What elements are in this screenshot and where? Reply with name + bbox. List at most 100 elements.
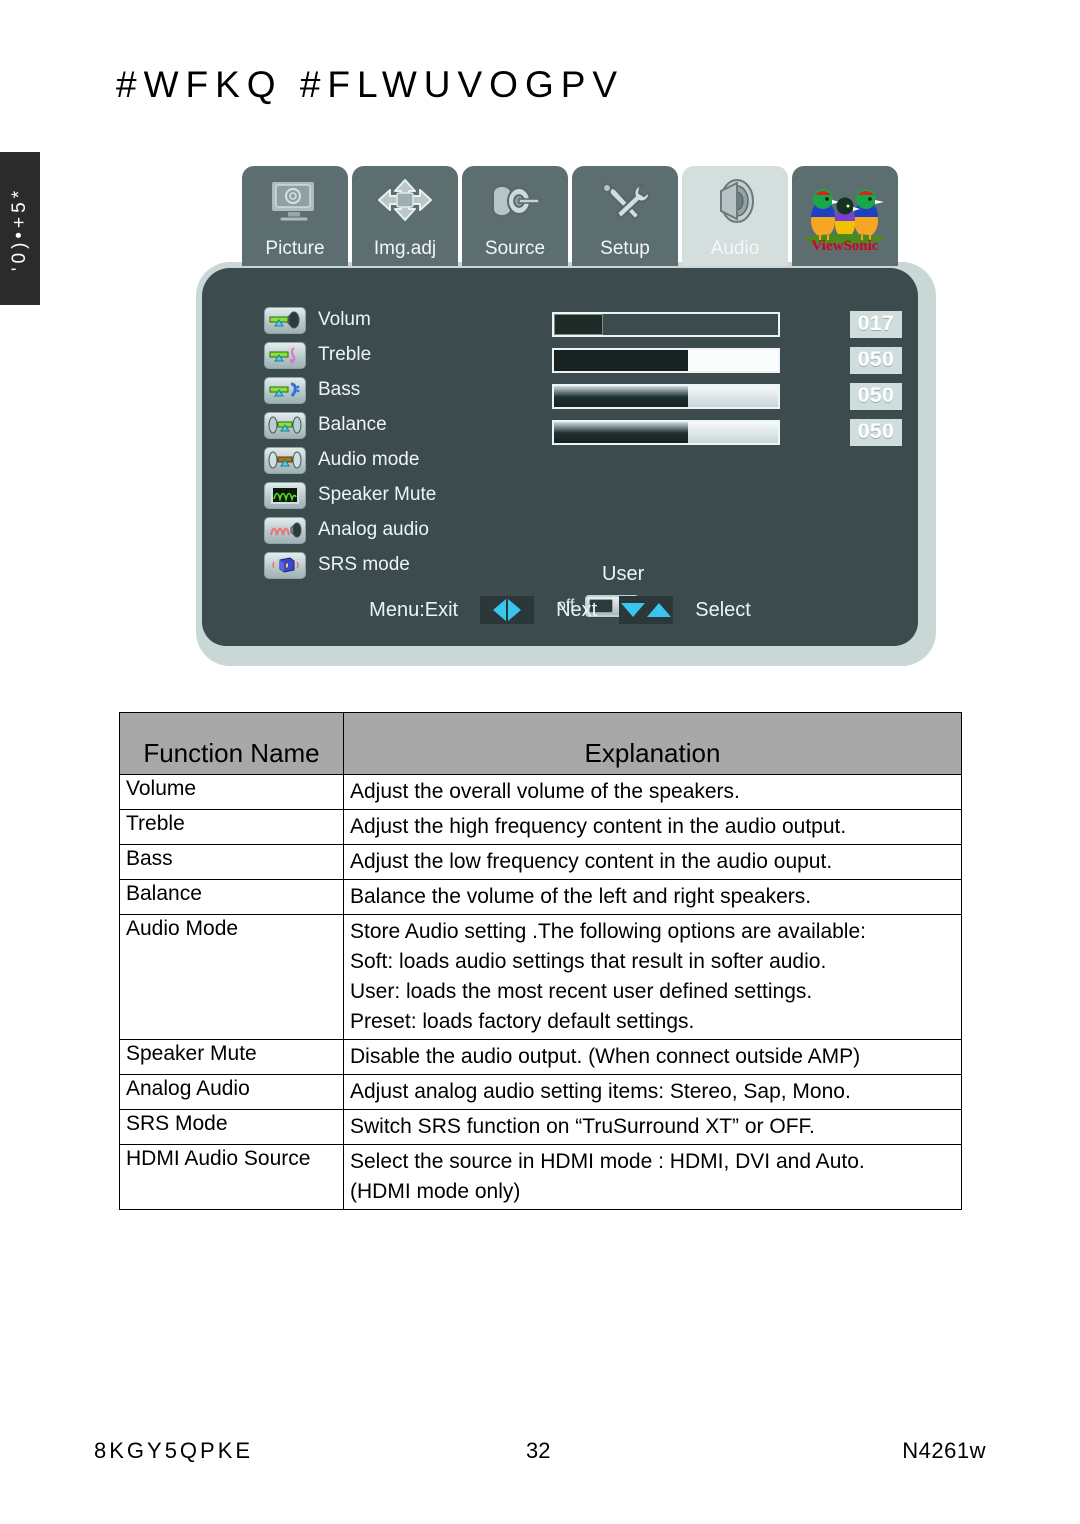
- osd-menu-item-bass[interactable]: Bass: [264, 373, 436, 407]
- table-row: Volume Adjust the overall volume of the …: [119, 774, 962, 810]
- treble-clef-icon: [264, 341, 306, 369]
- explanation-line: Store Audio setting .The following optio…: [350, 920, 866, 943]
- osd-tab-imgadj[interactable]: Img.adj: [352, 166, 458, 266]
- osd-tab-label: Source: [484, 238, 546, 259]
- osd-nav-next-label: Next: [556, 598, 598, 621]
- osd-menu-item-label: Balance: [318, 414, 387, 435]
- osd-tab-bar: Picture Img.adj Source Setup Audio ViewS…: [242, 166, 898, 268]
- footer-page-number: 32: [526, 1438, 551, 1463]
- osd-nav-exit-label: Menu:Exit: [369, 598, 459, 621]
- osd-menu-item-label: SRS mode: [318, 554, 410, 575]
- page-title: #WFKQ #FLWUVOGPV: [116, 64, 625, 105]
- explanation-line: User: loads the most recent user defined…: [350, 980, 813, 1003]
- osd-menu-item-balance[interactable]: Balance: [264, 408, 436, 442]
- osd-tab-source[interactable]: Source: [462, 166, 568, 266]
- four-arrows-icon: [352, 166, 458, 236]
- osd-menu-item-label: Treble: [318, 344, 372, 365]
- bass-bar-track[interactable]: [552, 383, 780, 409]
- table-row: SRS Mode Switch SRS function on “TruSurr…: [119, 1109, 962, 1145]
- explanation-line: Select the source in HDMI mode : HDMI, D…: [350, 1150, 865, 1173]
- table-cell-function-name: Treble: [119, 809, 344, 845]
- osd-menu-item-srs-mode[interactable]: SRS mode: [264, 548, 436, 582]
- table-cell-function-name: Volume: [119, 774, 344, 810]
- table-header-row: Function Name Explanation: [119, 712, 962, 775]
- balance-bar-fill: [554, 421, 689, 443]
- down-up-arrows-icon[interactable]: [619, 596, 674, 624]
- table-cell-explanation: Adjust analog audio setting items: Stere…: [343, 1074, 962, 1110]
- table-cell-explanation: Store Audio setting .The following optio…: [343, 914, 962, 1040]
- table-row: Bass Adjust the low frequency content in…: [119, 844, 962, 880]
- osd-menu-item-label: Volum: [318, 309, 371, 330]
- osd-slider-bass[interactable]: [552, 378, 852, 414]
- volume-value: 017: [850, 310, 902, 338]
- audio-mode-value: User: [602, 563, 645, 585]
- manual-page: '0)•+5* #WFKQ #FLWUVOGPV Picture Img.adj…: [0, 0, 1080, 1524]
- table-row: Treble Adjust the high frequency content…: [119, 809, 962, 845]
- osd-menu-item-label: Analog audio: [318, 519, 429, 540]
- table-cell-explanation: Switch SRS function on “TruSurround XT” …: [343, 1109, 962, 1145]
- side-chapter-tab-label: '0)•+5*: [9, 186, 30, 271]
- explanation-line: (HDMI mode only): [350, 1180, 521, 1203]
- osd-slider-column: [552, 306, 852, 450]
- monitor-icon: [242, 166, 348, 236]
- tools-icon: [572, 166, 678, 236]
- footer-model-name: N4261w: [902, 1438, 986, 1463]
- table-cell-function-name: SRS Mode: [119, 1109, 344, 1145]
- analog-wave-icon: [264, 516, 306, 544]
- table-cell-explanation: Balance the volume of the left and right…: [343, 879, 962, 915]
- volume-bar-track[interactable]: [552, 311, 780, 337]
- bass-clef-icon: [264, 376, 306, 404]
- osd-menu-item-speaker-mute[interactable]: Speaker Mute: [264, 478, 436, 512]
- table-cell-explanation: Adjust the low frequency content in the …: [343, 844, 962, 880]
- osd-tab-audio[interactable]: Audio: [682, 166, 788, 266]
- osd-slider-balance[interactable]: [552, 414, 852, 450]
- explanation-line: Switch SRS function on “TruSurround XT” …: [350, 1115, 815, 1138]
- osd-tab-label: Setup: [600, 238, 650, 259]
- osd-tab-picture[interactable]: Picture: [242, 166, 348, 266]
- osd-menu-item-volum[interactable]: Volum: [264, 303, 436, 337]
- osd-screenshot: Picture Img.adj Source Setup Audio ViewS…: [196, 166, 936, 666]
- svg-text:ViewSonic: ViewSonic: [812, 238, 879, 253]
- side-chapter-tab: '0)•+5*: [0, 152, 40, 305]
- table-row: Speaker Mute Disable the audio output. (…: [119, 1039, 962, 1075]
- osd-nav-select-label: Select: [695, 598, 751, 621]
- treble-bar-track[interactable]: [552, 347, 780, 373]
- osd-value-column: 017 050 050 050: [850, 306, 902, 450]
- waveform-screen-icon: [264, 481, 306, 509]
- osd-menu-list: Volum Treble Bass Balance Audio mode Spe…: [264, 303, 436, 582]
- osd-tab-label: Picture: [265, 238, 325, 259]
- explanation-line: Soft: loads audio settings that result i…: [350, 950, 827, 973]
- left-right-arrows-icon[interactable]: [480, 596, 535, 624]
- treble-bar-fill: [554, 349, 689, 371]
- explanation-line: Adjust the high frequency content in the…: [350, 815, 847, 838]
- connector-icon: [462, 166, 568, 236]
- bass-value: 050: [850, 382, 902, 410]
- osd-menu-item-label: Audio mode: [318, 449, 420, 470]
- table-row: Analog Audio Adjust analog audio setting…: [119, 1074, 962, 1110]
- osd-menu-item-analog-audio[interactable]: Analog audio: [264, 513, 436, 547]
- explanation-line: Balance the volume of the left and right…: [350, 885, 812, 908]
- osd-menu-item-treble[interactable]: Treble: [264, 338, 436, 372]
- osd-tab-setup[interactable]: Setup: [572, 166, 678, 266]
- explanation-line: Adjust analog audio setting items: Stere…: [350, 1080, 851, 1103]
- osd-tab-label: Audio: [710, 238, 760, 259]
- osd-menu-item-label: Speaker Mute: [318, 484, 437, 505]
- explanation-line: Preset: loads factory default settings.: [350, 1010, 695, 1033]
- table-row: HDMI Audio Source Select the source in H…: [119, 1144, 962, 1210]
- table-row: Audio Mode Store Audio setting .The foll…: [119, 914, 962, 1040]
- explanation-line: Adjust the low frequency content in the …: [350, 850, 833, 873]
- viewsonic-birds-logo: ViewSonic: [796, 170, 894, 262]
- explanation-line: Adjust the overall volume of the speaker…: [350, 780, 740, 803]
- table-header-function-name: Function Name: [119, 712, 344, 775]
- osd-tab-viewsonic-logo[interactable]: ViewSonic: [792, 166, 898, 266]
- table-row: Balance Balance the volume of the left a…: [119, 879, 962, 915]
- osd-tab-label: Img.adj: [373, 238, 437, 259]
- osd-slider-treble[interactable]: [552, 342, 852, 378]
- balance-bar-track[interactable]: [552, 419, 780, 445]
- osd-menu-item-label: Bass: [318, 379, 361, 400]
- volume-slider-icon: [264, 306, 306, 334]
- osd-panel-frame: Volum Treble Bass Balance Audio mode Spe…: [196, 262, 936, 666]
- osd-menu-item-audio-mode[interactable]: Audio mode: [264, 443, 436, 477]
- footer-left-text: 8KGY5QPKE: [94, 1438, 254, 1463]
- osd-slider-volum[interactable]: [552, 306, 852, 342]
